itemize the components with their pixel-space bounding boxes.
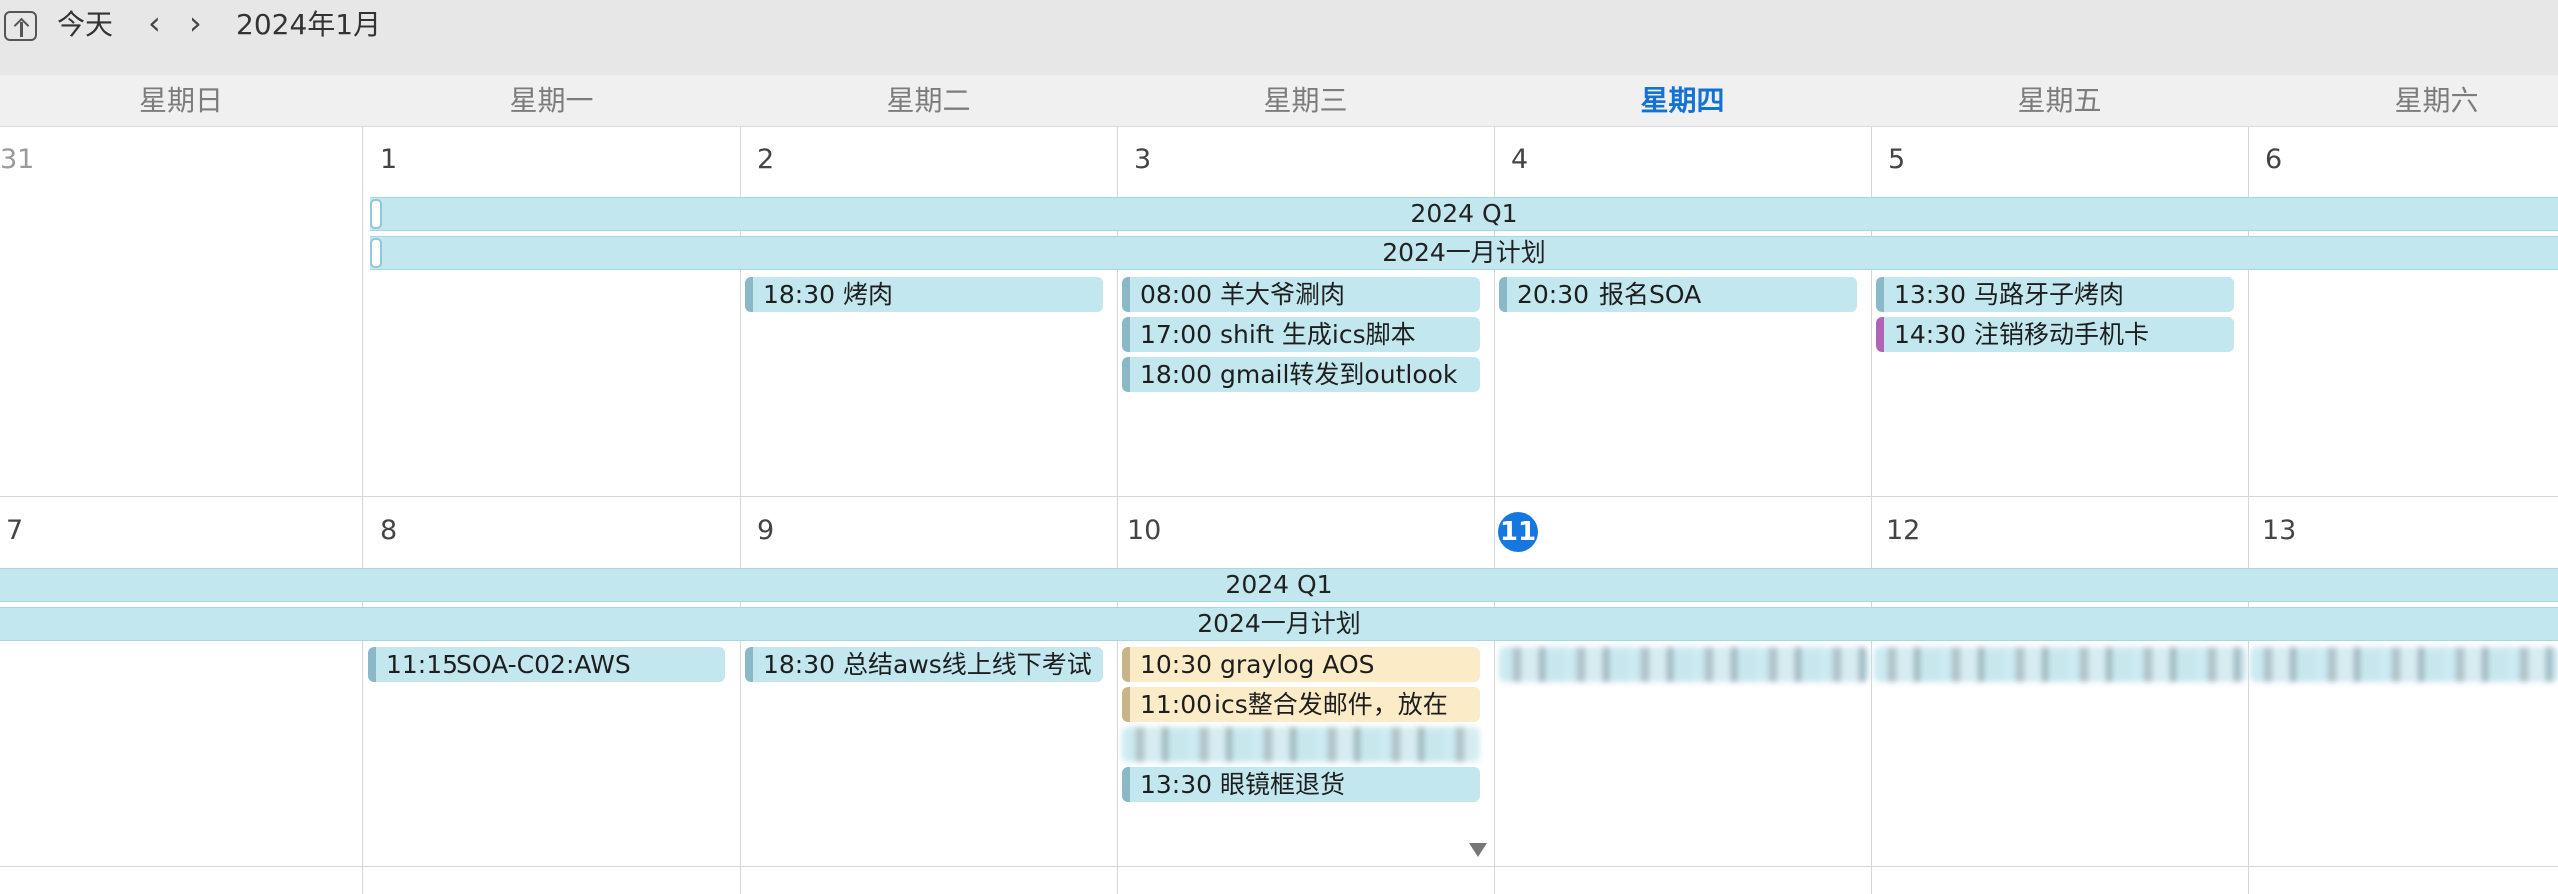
event-color-stripe xyxy=(1122,317,1130,352)
event-color-stripe xyxy=(1876,277,1884,312)
event-title: shift 生成ics脚本 xyxy=(1220,320,1416,349)
redacted-event[interactable] xyxy=(1499,647,1869,682)
toolbar: 今天 ‹ › 2024年1月 xyxy=(0,0,2558,75)
event-color-stripe xyxy=(1122,357,1130,392)
chevron-right-icon[interactable]: › xyxy=(189,4,202,42)
event-time: 08:00 xyxy=(1140,280,1213,309)
day-number[interactable]: 9 xyxy=(757,513,774,549)
event-time: 14:30 xyxy=(1894,320,1967,349)
event-title: SOA-C02:AWS xyxy=(456,650,631,679)
event-title: 眼镜框退货 xyxy=(1220,770,1346,799)
event-title: graylog AOS xyxy=(1220,650,1375,679)
event-title: 报名SOA xyxy=(1599,280,1702,309)
allday-event-jan-plan[interactable]: 2024一月计划 xyxy=(0,607,2558,641)
more-events-icon[interactable] xyxy=(1469,843,1487,857)
day-number[interactable]: 1 xyxy=(380,142,397,178)
day-number[interactable]: 6 xyxy=(2265,142,2282,178)
jump-to-date-icon[interactable] xyxy=(4,11,37,41)
event-title: gmail转发到outlook xyxy=(1220,360,1458,389)
event-time: 11:15 xyxy=(386,650,459,679)
event-title: 2024 Q1 xyxy=(1410,199,1518,228)
month-title: 2024年1月 xyxy=(236,8,382,41)
event-item[interactable]: 18:00 gmail转发到outlook xyxy=(1122,357,1480,392)
event-time: 11:00 xyxy=(1140,690,1213,719)
event-title: 2024 Q1 xyxy=(1225,570,1333,599)
day-number[interactable]: 8 xyxy=(380,513,397,549)
weekday-header: 星期日 星期一 星期二 星期三 星期四 星期五 星期六 xyxy=(0,75,2558,127)
redacted-event[interactable] xyxy=(1874,647,2246,682)
event-item[interactable]: 17:00 shift 生成ics脚本 xyxy=(1122,317,1480,352)
event-item[interactable]: 11:15 SOA-C02:AWS xyxy=(368,647,725,682)
weekday-tue: 星期二 xyxy=(886,84,971,117)
event-item[interactable]: 10:30 graylog AOS xyxy=(1122,647,1480,682)
event-time: 18:30 xyxy=(763,650,836,679)
event-item[interactable]: 11:00 ics整合发邮件，放在 xyxy=(1122,687,1480,722)
weekday-sat: 星期六 xyxy=(2394,84,2479,117)
chevron-left-icon[interactable]: ‹ xyxy=(148,4,161,42)
event-edge xyxy=(370,199,382,229)
weekday-sun: 星期日 xyxy=(138,84,223,117)
event-title: 羊大爷涮肉 xyxy=(1220,280,1346,309)
day-number[interactable]: 4 xyxy=(1511,142,1528,178)
event-time: 18:00 xyxy=(1140,360,1213,389)
day-number[interactable]: 5 xyxy=(1888,142,1905,178)
today-button[interactable]: 今天 xyxy=(57,6,113,44)
day-number[interactable]: 10 xyxy=(1127,513,1161,549)
today-date-badge[interactable]: 11 xyxy=(1498,512,1538,552)
event-color-stripe xyxy=(745,277,753,312)
day-number[interactable]: 3 xyxy=(1134,142,1151,178)
event-color-stripe xyxy=(745,647,753,682)
redacted-event[interactable] xyxy=(1122,727,1480,762)
day-number[interactable]: 31 xyxy=(0,142,34,178)
day-number[interactable]: 2 xyxy=(757,142,774,178)
event-color-stripe xyxy=(368,647,376,682)
event-title: 烤肉 xyxy=(843,280,894,309)
event-title: 2024一月计划 xyxy=(1197,609,1361,638)
event-title: 总结aws线上线下考试 xyxy=(843,650,1092,679)
event-color-stripe xyxy=(1876,317,1884,352)
week-divider xyxy=(0,496,2558,497)
event-item[interactable]: 08:00 羊大爷涮肉 xyxy=(1122,277,1480,312)
allday-event-q1[interactable]: 2024 Q1 xyxy=(0,568,2558,602)
weekday-fri: 星期五 xyxy=(2017,84,2102,117)
day-number[interactable]: 7 xyxy=(6,513,23,549)
allday-event-jan-plan[interactable]: 2024一月计划 xyxy=(370,236,2558,270)
event-time: 13:30 xyxy=(1894,280,1967,309)
weekday-mon: 星期一 xyxy=(509,84,594,117)
event-item[interactable]: 18:30 烤肉 xyxy=(745,277,1103,312)
weekday-thu: 星期四 xyxy=(1640,84,1725,117)
event-item[interactable]: 18:30 总结aws线上线下考试 xyxy=(745,647,1103,682)
event-time: 10:30 xyxy=(1140,650,1213,679)
weekday-wed: 星期三 xyxy=(1263,84,1348,117)
event-color-stripe xyxy=(1122,647,1130,682)
event-color-stripe xyxy=(1122,277,1130,312)
grid-divider xyxy=(362,127,363,894)
event-item[interactable]: 13:30 眼镜框退货 xyxy=(1122,767,1480,802)
event-color-stripe xyxy=(1122,687,1130,722)
event-time: 20:30 xyxy=(1517,280,1590,309)
event-title: 注销移动手机卡 xyxy=(1974,320,2150,349)
day-number[interactable]: 13 xyxy=(2262,513,2296,549)
event-item[interactable]: 20:30 报名SOA xyxy=(1499,277,1857,312)
event-item[interactable]: 14:30 注销移动手机卡 xyxy=(1876,317,2234,352)
allday-event-q1[interactable]: 2024 Q1 xyxy=(370,197,2558,231)
event-item[interactable]: 13:30 马路牙子烤肉 xyxy=(1876,277,2234,312)
event-title: 马路牙子烤肉 xyxy=(1974,280,2125,309)
event-time: 17:00 xyxy=(1140,320,1213,349)
day-number[interactable]: 12 xyxy=(1886,513,1920,549)
event-time: 13:30 xyxy=(1140,770,1213,799)
event-color-stripe xyxy=(1122,767,1130,802)
event-edge xyxy=(370,238,382,268)
week-divider xyxy=(0,866,2558,867)
event-title: ics整合发邮件，放在 xyxy=(1214,690,1448,719)
event-color-stripe xyxy=(1499,277,1507,312)
redacted-event[interactable] xyxy=(2250,647,2558,682)
event-title: 2024一月计划 xyxy=(1382,238,1546,267)
event-time: 18:30 xyxy=(763,280,836,309)
